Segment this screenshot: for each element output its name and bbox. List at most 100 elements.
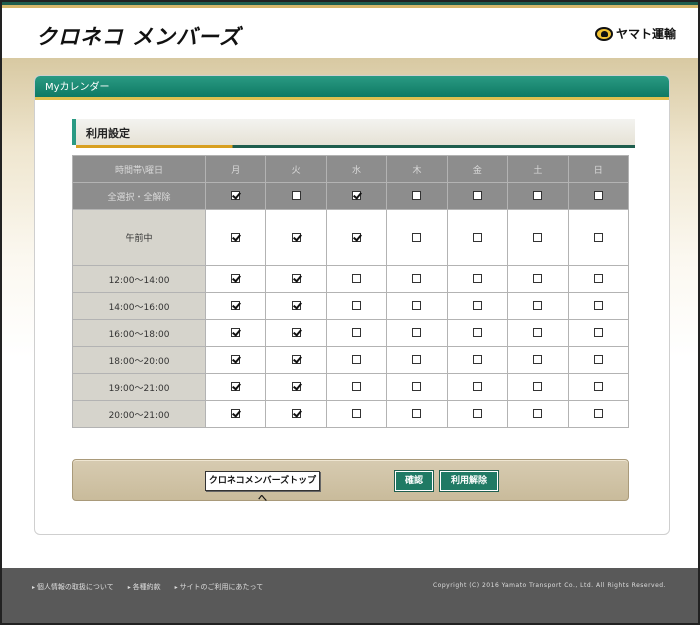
members-top-button[interactable]: クロネコメンバーズトップへ: [205, 471, 320, 504]
slot-checkbox[interactable]: [352, 301, 362, 310]
select-all-checkbox[interactable]: [352, 191, 362, 200]
slot-checkbox[interactable]: [472, 301, 482, 310]
slot-checkbox[interactable]: [231, 328, 241, 337]
slot-checkbox[interactable]: [352, 328, 362, 337]
calendar-table: 時間帯\曜日 月 火 水 木 金 土 日 全選択・全解除 午前中 12:00〜1…: [72, 155, 630, 428]
corner-header: 時間帯\曜日: [72, 155, 206, 183]
brand-label: ヤマト運輸: [615, 27, 676, 41]
slot-checkbox[interactable]: [291, 301, 301, 310]
slot-checkbox[interactable]: [291, 409, 301, 418]
panel-title: Myカレンダー: [35, 76, 669, 100]
day-header-thu: 木: [386, 155, 448, 183]
footer-link-terms[interactable]: 各種約款: [128, 582, 161, 592]
slot-checkbox[interactable]: [593, 232, 603, 242]
table-header-row: 時間帯\曜日 月 火 水 木 金 土 日: [72, 155, 630, 183]
time-slot-row: 19:00〜21:00: [72, 373, 630, 401]
slot-checkbox[interactable]: [412, 232, 422, 242]
time-slot-label: 20:00〜21:00: [72, 400, 206, 428]
slot-checkbox[interactable]: [593, 274, 603, 283]
select-all-checkbox[interactable]: [593, 191, 603, 200]
slot-checkbox[interactable]: [291, 355, 301, 364]
time-slot-label: 18:00〜20:00: [72, 346, 206, 374]
slot-checkbox[interactable]: [412, 382, 422, 391]
section-underline: [76, 145, 635, 148]
slot-checkbox[interactable]: [412, 301, 422, 310]
site-footer: 個人情報の取扱について 各種約款 サイトのご利用にあたって Copyright …: [2, 568, 698, 623]
page-frame: クロネコ メンバーズ ヤマト運輸 Myカレンダー 利用設定 時間帯\曜日 月 火…: [0, 0, 700, 625]
slot-checkbox[interactable]: [472, 232, 482, 242]
slot-checkbox[interactable]: [533, 328, 543, 337]
slot-checkbox[interactable]: [231, 274, 241, 283]
slot-checkbox[interactable]: [352, 409, 362, 418]
day-header-sat: 土: [507, 155, 569, 183]
slot-checkbox[interactable]: [412, 328, 422, 337]
slot-checkbox[interactable]: [291, 232, 301, 242]
select-all-checkbox[interactable]: [412, 191, 422, 200]
time-slot-label: 14:00〜16:00: [72, 292, 206, 320]
day-header-sun: 日: [567, 155, 630, 183]
select-all-row: 全選択・全解除: [72, 182, 630, 210]
slot-checkbox[interactable]: [533, 232, 543, 242]
slot-checkbox[interactable]: [472, 355, 482, 364]
slot-checkbox[interactable]: [231, 232, 241, 242]
select-all-checkbox[interactable]: [472, 191, 482, 200]
cancel-use-button[interactable]: 利用解除: [439, 470, 499, 492]
time-slot-row: 16:00〜18:00: [72, 319, 630, 347]
slot-checkbox[interactable]: [533, 355, 543, 364]
slot-checkbox[interactable]: [231, 382, 241, 391]
day-header-wed: 水: [325, 155, 388, 183]
slot-checkbox[interactable]: [472, 328, 482, 337]
time-slot-row: 18:00〜20:00: [72, 346, 630, 374]
time-slot-label: 午前中: [72, 209, 206, 266]
slot-checkbox[interactable]: [352, 382, 362, 391]
time-slot-row: 午前中: [72, 209, 630, 266]
section-header: 利用設定: [72, 119, 635, 148]
slot-checkbox[interactable]: [291, 328, 301, 337]
site-header: クロネコ メンバーズ ヤマト運輸: [2, 8, 698, 58]
confirm-button[interactable]: 確認: [394, 470, 434, 492]
slot-checkbox[interactable]: [412, 409, 422, 418]
footer-links: 個人情報の取扱について 各種約款 サイトのご利用にあたって: [32, 582, 263, 592]
slot-checkbox[interactable]: [231, 301, 241, 310]
slot-checkbox[interactable]: [231, 409, 241, 418]
time-slot-row: 12:00〜14:00: [72, 265, 630, 293]
slot-checkbox[interactable]: [291, 382, 301, 391]
day-header-tue: 火: [265, 155, 327, 183]
slot-checkbox[interactable]: [593, 301, 603, 310]
time-slot-row: 14:00〜16:00: [72, 292, 630, 320]
slot-checkbox[interactable]: [352, 355, 362, 364]
slot-checkbox[interactable]: [533, 274, 543, 283]
slot-checkbox[interactable]: [472, 382, 482, 391]
slot-checkbox[interactable]: [291, 274, 301, 283]
slot-checkbox[interactable]: [472, 409, 482, 418]
slot-checkbox[interactable]: [533, 382, 543, 391]
slot-checkbox[interactable]: [593, 382, 603, 391]
slot-checkbox[interactable]: [472, 274, 482, 283]
slot-checkbox[interactable]: [533, 409, 543, 418]
day-header-fri: 金: [446, 155, 509, 183]
time-slot-label: 12:00〜14:00: [72, 265, 206, 293]
calendar-panel: Myカレンダー 利用設定 時間帯\曜日 月 火 水 木 金 土 日 全選択・全解…: [34, 75, 670, 535]
slot-checkbox[interactable]: [412, 355, 422, 364]
footer-link-site-usage[interactable]: サイトのご利用にあたって: [175, 582, 264, 592]
select-all-checkbox[interactable]: [231, 191, 241, 200]
slot-checkbox[interactable]: [593, 328, 603, 337]
select-all-checkbox[interactable]: [291, 191, 301, 200]
kuroneko-members-logo[interactable]: クロネコ メンバーズ: [36, 21, 241, 51]
slot-checkbox[interactable]: [593, 409, 603, 418]
yamato-brand[interactable]: ヤマト運輸: [594, 25, 676, 42]
day-header-mon: 月: [204, 155, 267, 183]
slot-checkbox[interactable]: [593, 355, 603, 364]
black-cat-icon: [594, 26, 613, 41]
slot-checkbox[interactable]: [352, 274, 362, 283]
slot-checkbox[interactable]: [231, 355, 241, 364]
slot-checkbox[interactable]: [352, 232, 362, 242]
copyright-text: Copyright (C) 2016 Yamato Transport Co.,…: [432, 582, 666, 589]
footer-link-privacy[interactable]: 個人情報の取扱について: [32, 582, 114, 592]
slot-checkbox[interactable]: [412, 274, 422, 283]
time-slot-label: 19:00〜21:00: [72, 373, 206, 401]
button-bar: クロネコメンバーズトップへ 確認 利用解除: [72, 459, 629, 504]
section-title: 利用設定: [86, 127, 130, 140]
slot-checkbox[interactable]: [533, 301, 543, 310]
select-all-checkbox[interactable]: [533, 191, 543, 200]
